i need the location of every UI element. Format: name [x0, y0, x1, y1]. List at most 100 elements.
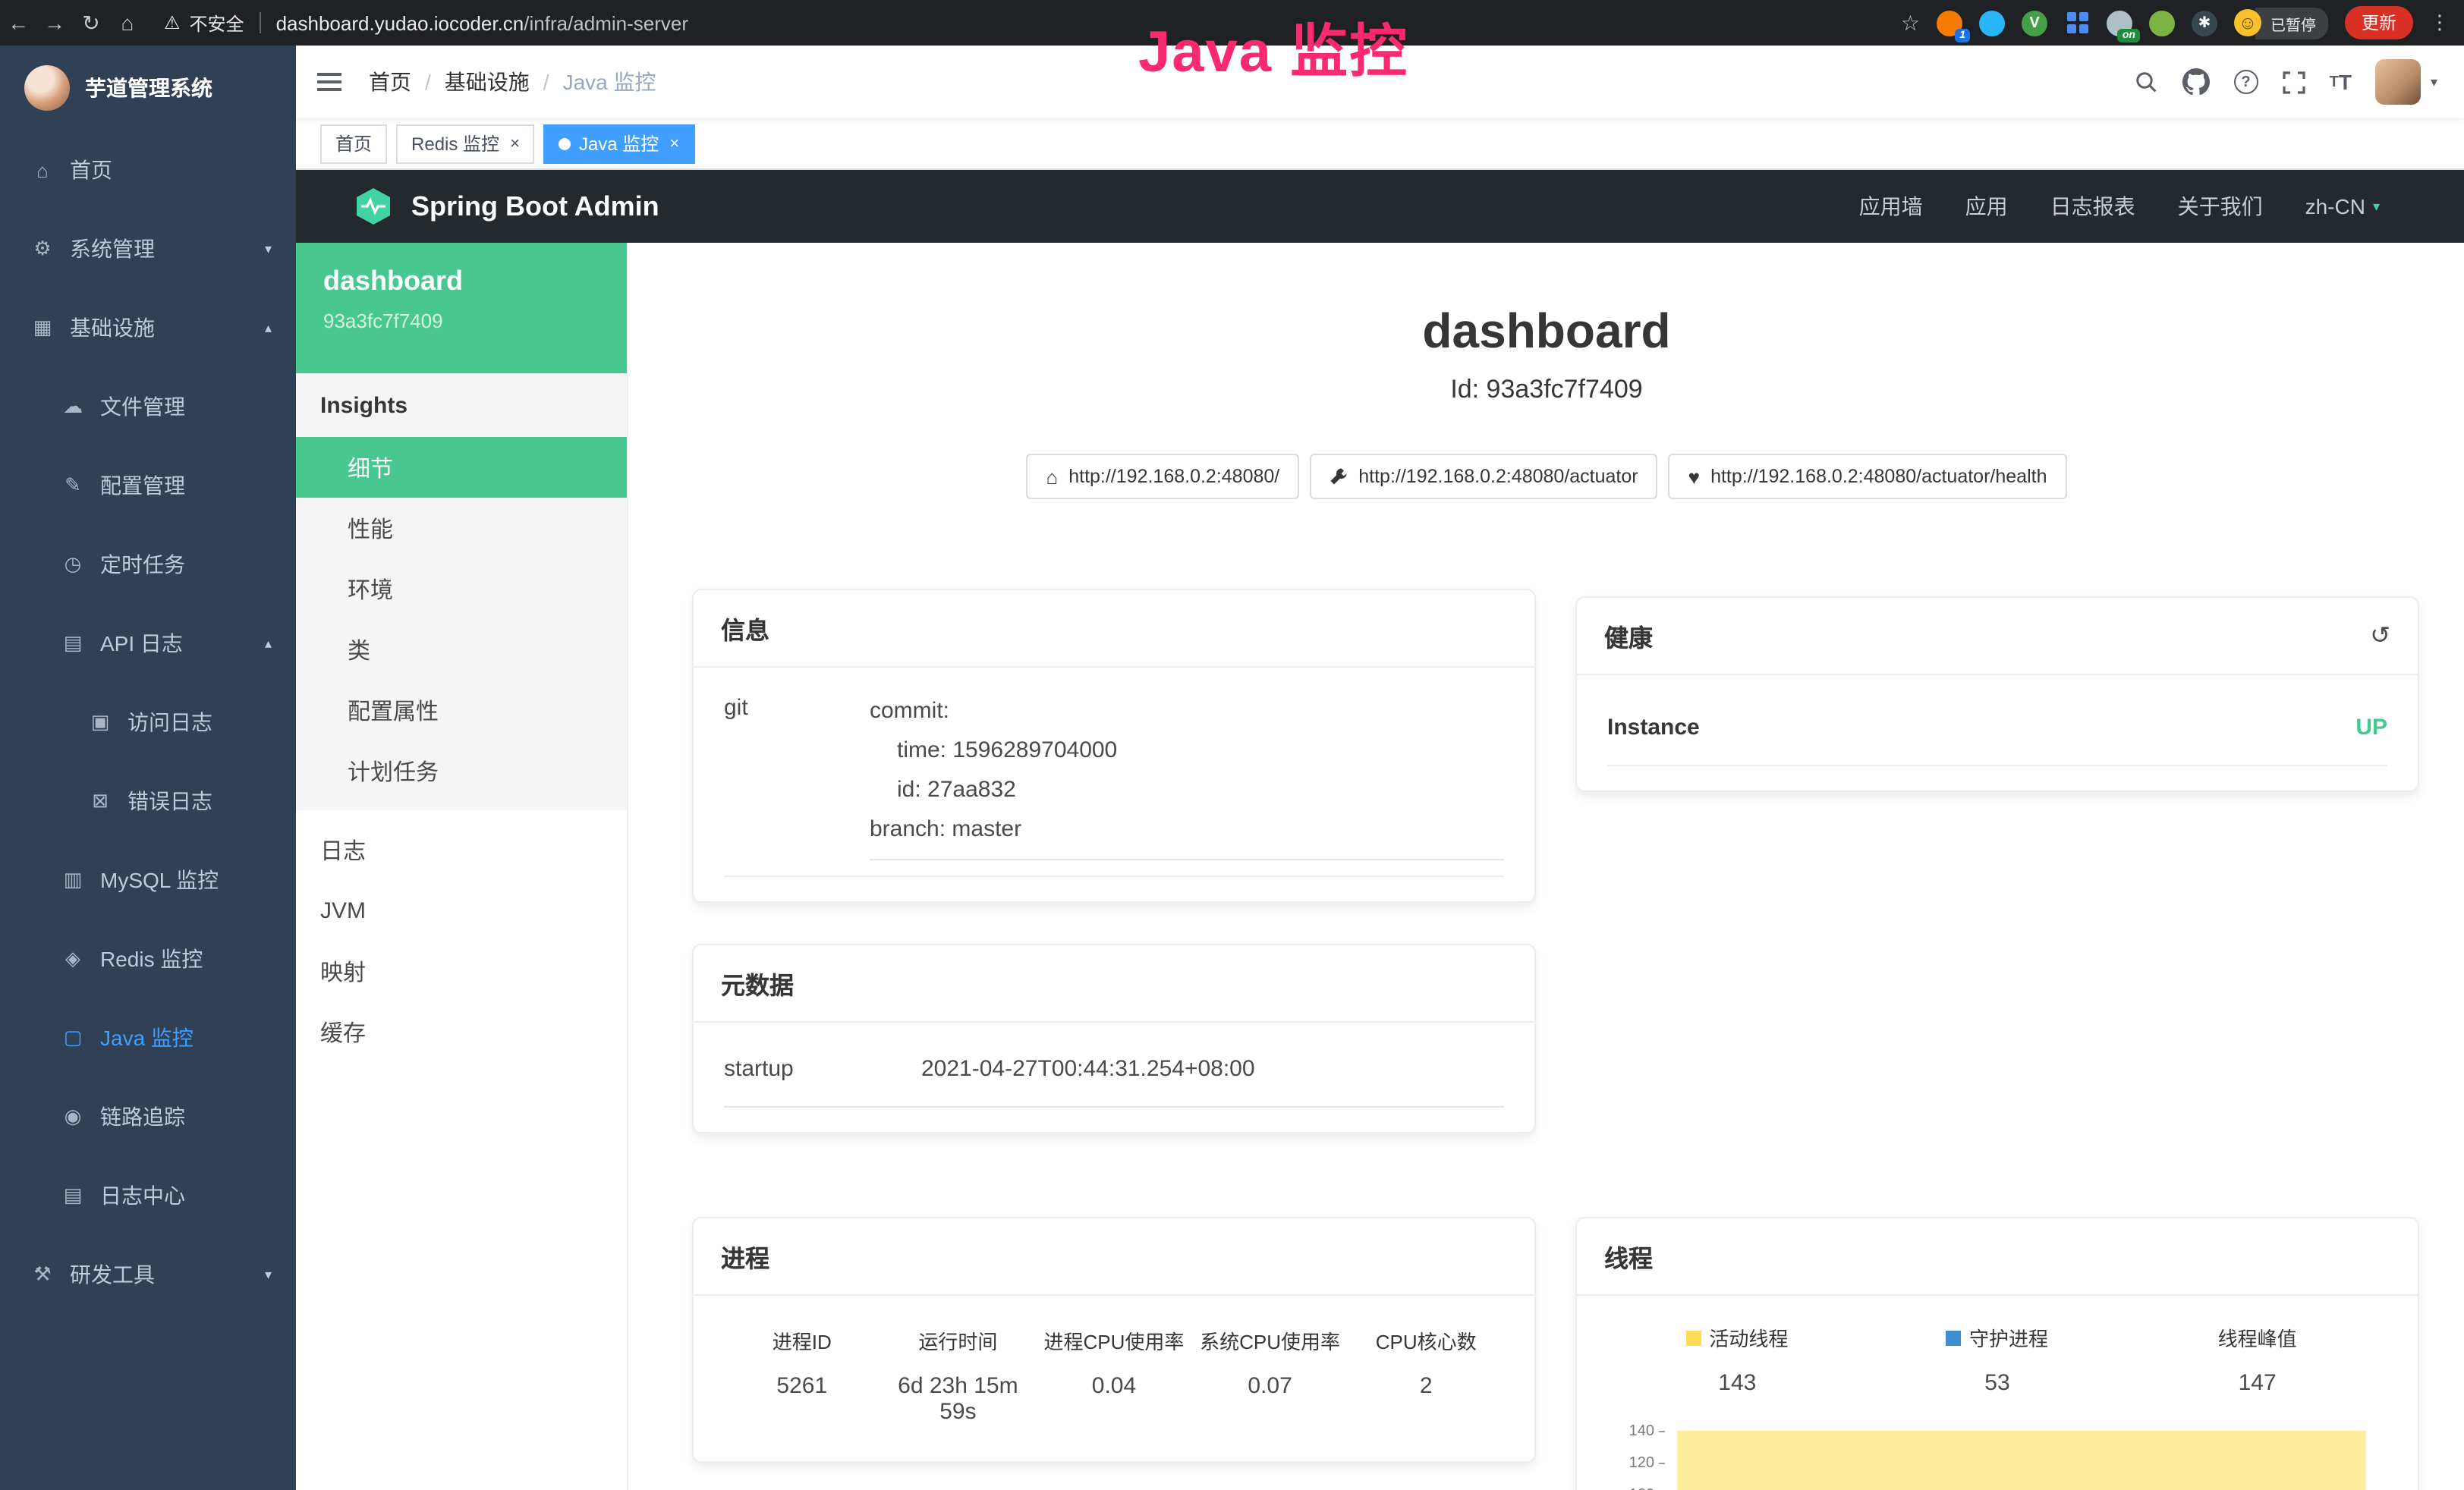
search-icon[interactable] [2134, 70, 2158, 94]
sba-item-mappings[interactable]: 映射 [296, 941, 627, 1001]
instance-links: ⌂ http://192.168.0.2:48080/ http://192.1… [628, 454, 2464, 499]
java-monitor-icon: ▢ [61, 1026, 85, 1050]
url-host: dashboard.yudao.iocoder.cn [276, 11, 524, 34]
close-icon[interactable]: × [669, 134, 679, 152]
process-col-process-cpu: 进程CPU使用率 0.04 [1036, 1326, 1192, 1425]
info-card: 信息 git commit: time: 1596289704000 id: 2… [692, 589, 1536, 903]
browser-update-button[interactable]: 更新 [2345, 6, 2413, 39]
profile-chip[interactable]: ☺ 已暂停 [2234, 7, 2328, 39]
sidebar-item-redis-monitor[interactable]: ◈ Redis 监控 [0, 919, 296, 998]
github-icon[interactable] [2182, 68, 2210, 96]
config-icon: ✎ [61, 473, 85, 498]
health-row-instance[interactable]: Instance UP [1607, 699, 2387, 766]
sba-instance-header[interactable]: dashboard 93a3fc7f7409 [296, 243, 627, 373]
fullscreen-icon[interactable] [2283, 71, 2305, 93]
extension-icon-vue[interactable]: V [2022, 10, 2047, 36]
breadcrumb-separator: / [543, 70, 549, 94]
actuator-url-button[interactable]: http://192.168.0.2:48080/actuator [1310, 454, 1657, 499]
security-label: 不安全 [190, 10, 244, 36]
close-icon[interactable]: × [510, 134, 520, 152]
threads-card: 线程 活动线程 143 守护进程 [1575, 1217, 2419, 1490]
sidebar-item-config-management[interactable]: ✎ 配置管理 [0, 446, 296, 525]
font-size-icon[interactable]: TT [2330, 70, 2352, 94]
sidebar-item-tracing[interactable]: ◉ 链路追踪 [0, 1077, 296, 1156]
legend-daemon-threads: 守护进程 53 [1868, 1323, 2128, 1396]
breadcrumb-infrastructure[interactable]: 基础设施 [445, 67, 530, 97]
log-center-icon: ▤ [61, 1184, 85, 1208]
user-avatar[interactable] [2376, 59, 2422, 105]
sba-group-label: Insights [296, 373, 627, 437]
sba-item-details[interactable]: 细节 [296, 437, 627, 498]
tag-home[interactable]: 首页 [320, 124, 387, 163]
git-info-value: commit: time: 1596289704000 id: 27aa832 … [870, 692, 1504, 860]
hamburger-button[interactable] [317, 73, 341, 91]
history-icon[interactable]: ↺ [2370, 621, 2390, 651]
extension-icon-leaf[interactable] [2149, 10, 2175, 36]
sba-item-config-props[interactable]: 配置属性 [296, 680, 627, 740]
status-badge: UP [2355, 715, 2387, 740]
extension-badge: 1 [1955, 28, 1970, 42]
health-url-button[interactable]: ♥ http://192.168.0.2:48080/actuator/heal… [1669, 454, 2067, 499]
service-url-button[interactable]: ⌂ http://192.168.0.2:48080/ [1027, 454, 1300, 499]
sidebar-item-log-center[interactable]: ▤ 日志中心 [0, 1156, 296, 1235]
sba-nav-applications[interactable]: 应用 [1965, 191, 2008, 222]
proxy-on-badge: on [2118, 28, 2140, 42]
sba-nav-wallboard[interactable]: 应用墙 [1859, 191, 1923, 222]
sba-item-jvm[interactable]: JVM [296, 880, 627, 941]
sba-item-logs[interactable]: 日志 [296, 819, 627, 880]
sidebar-item-java-monitor[interactable]: ▢ Java 监控 [0, 998, 296, 1077]
forward-button[interactable]: → [36, 11, 73, 35]
bookmark-star-icon[interactable]: ☆ [1901, 10, 1920, 36]
y-axis-tick: 100 [1607, 1487, 1665, 1490]
sba-nav-language[interactable]: zh-CN ▾ [2305, 194, 2380, 218]
browser-menu-kebab-icon[interactable]: ⋮ [2430, 11, 2450, 35]
back-button[interactable]: ← [0, 11, 36, 35]
live-threads-area [1677, 1431, 2366, 1490]
address-bar[interactable]: dashboard.yudao.iocoder.cn/infra/admin-s… [276, 11, 688, 34]
sba-nav-journal[interactable]: 日志报表 [2050, 191, 2135, 222]
sidebar-item-mysql-monitor[interactable]: ▥ MySQL 监控 [0, 841, 296, 919]
extension-icon-orange[interactable]: 1 [1937, 10, 1962, 36]
sba-nav: 应用墙 应用 日志报表 关于我们 zh-CN ▾ [1859, 191, 2464, 222]
home-icon: ⌂ [30, 159, 55, 181]
home-button[interactable]: ⌂ [109, 11, 146, 35]
trace-icon: ◉ [61, 1105, 85, 1129]
sba-nav-about[interactable]: 关于我们 [2178, 191, 2263, 222]
gear-icon: ⚙ [30, 237, 55, 261]
extension-icon-grid[interactable] [2064, 10, 2090, 36]
sidebar-item-api-logs[interactable]: ▤ API 日志 ▴ [0, 604, 296, 683]
sba-item-caches[interactable]: 缓存 [296, 1001, 627, 1062]
app-logo-image [24, 65, 70, 111]
tags-view: 首页 Redis 监控 × Java 监控 × [296, 118, 2464, 170]
chevron-down-icon: ▾ [2373, 198, 2380, 215]
tag-java-monitor[interactable]: Java 监控 × [544, 124, 694, 163]
sba-item-scheduled-tasks[interactable]: 计划任务 [296, 740, 627, 801]
sidebar-logo[interactable]: 芋道管理系统 [0, 46, 296, 130]
sba-brand[interactable]: Spring Boot Admin [354, 187, 659, 226]
sba-item-environment[interactable]: 环境 [296, 558, 627, 619]
info-card-header: 信息 [694, 590, 1534, 668]
sidebar-item-system-management[interactable]: ⚙ 系统管理 ▾ [0, 209, 296, 288]
sidebar-item-error-logs[interactable]: ⊠ 错误日志 [0, 762, 296, 841]
sba-item-metrics[interactable]: 性能 [296, 498, 627, 558]
extension-icon-proxy[interactable]: on [2107, 10, 2132, 36]
extension-icon-drop[interactable] [1979, 10, 2005, 36]
sba-item-classes[interactable]: 类 [296, 619, 627, 680]
tag-redis-monitor[interactable]: Redis 监控 × [396, 124, 535, 163]
sidebar-item-access-logs[interactable]: ▣ 访问日志 [0, 683, 296, 762]
reload-button[interactable]: ↻ [73, 10, 109, 36]
help-icon[interactable]: ? [2234, 70, 2258, 94]
devtools-icon: ⚒ [30, 1262, 55, 1287]
sidebar-item-file-management[interactable]: ☁ 文件管理 [0, 367, 296, 446]
page-subtitle: Id: 93a3fc7f7409 [628, 375, 2464, 405]
sidebar-item-devtools[interactable]: ⚒ 研发工具 ▾ [0, 1235, 296, 1314]
breadcrumb-home[interactable]: 首页 [369, 67, 411, 97]
navbar-actions: ? TT ▾ [2134, 59, 2464, 105]
chevron-up-icon: ▴ [265, 319, 272, 336]
sidebar-item-scheduled-jobs[interactable]: ◷ 定时任务 [0, 525, 296, 604]
sidebar-item-infrastructure[interactable]: ▦ 基础设施 ▴ [0, 288, 296, 367]
extension-icon-paw[interactable]: ✱ [2192, 10, 2217, 36]
instance-id: 93a3fc7f7409 [323, 310, 599, 332]
site-security[interactable]: ⚠ 不安全 [164, 10, 276, 36]
sidebar-item-home[interactable]: ⌂ 首页 [0, 130, 296, 209]
